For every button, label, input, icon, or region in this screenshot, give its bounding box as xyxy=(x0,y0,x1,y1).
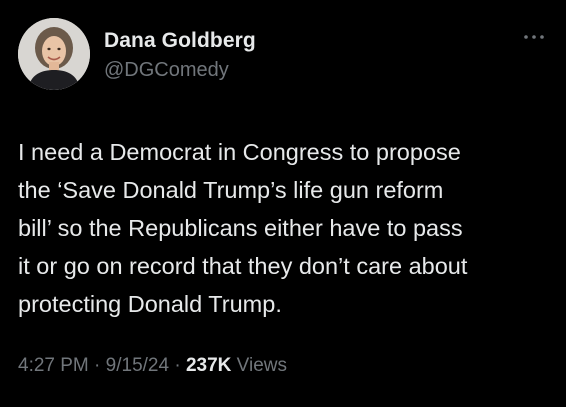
post-meta: 4:27 PM · 9/15/24 · 237K Views xyxy=(18,355,287,377)
post-text-line: I need a Democrat in Congress to propose xyxy=(18,139,461,165)
post-text-line: protecting Donald Trump. xyxy=(18,291,282,317)
post-text-line: bill’ so the Republicans either have to … xyxy=(18,215,463,241)
author-handle[interactable]: @DGComedy xyxy=(104,59,229,82)
meta-separator: · xyxy=(174,355,181,376)
avatar[interactable] xyxy=(18,18,90,90)
post-date[interactable]: 9/15/24 xyxy=(106,355,169,376)
post-text-line: the ‘Save Donald Trump’s life gun reform xyxy=(18,177,444,203)
avatar-image xyxy=(18,18,90,90)
author-display-name[interactable]: Dana Goldberg xyxy=(104,29,256,53)
post-text: I need a Democrat in Congress to propose… xyxy=(18,133,558,323)
more-horizontal-icon[interactable] xyxy=(522,32,546,42)
tweet: Dana Goldberg @DGComedy I need a Democra… xyxy=(0,0,566,407)
views-label: Views xyxy=(236,355,287,376)
views-count[interactable]: 237K xyxy=(186,355,231,376)
meta-separator: · xyxy=(94,355,101,376)
post-text-line: it or go on record that they don’t care … xyxy=(18,253,468,279)
post-time[interactable]: 4:27 PM xyxy=(18,355,89,376)
